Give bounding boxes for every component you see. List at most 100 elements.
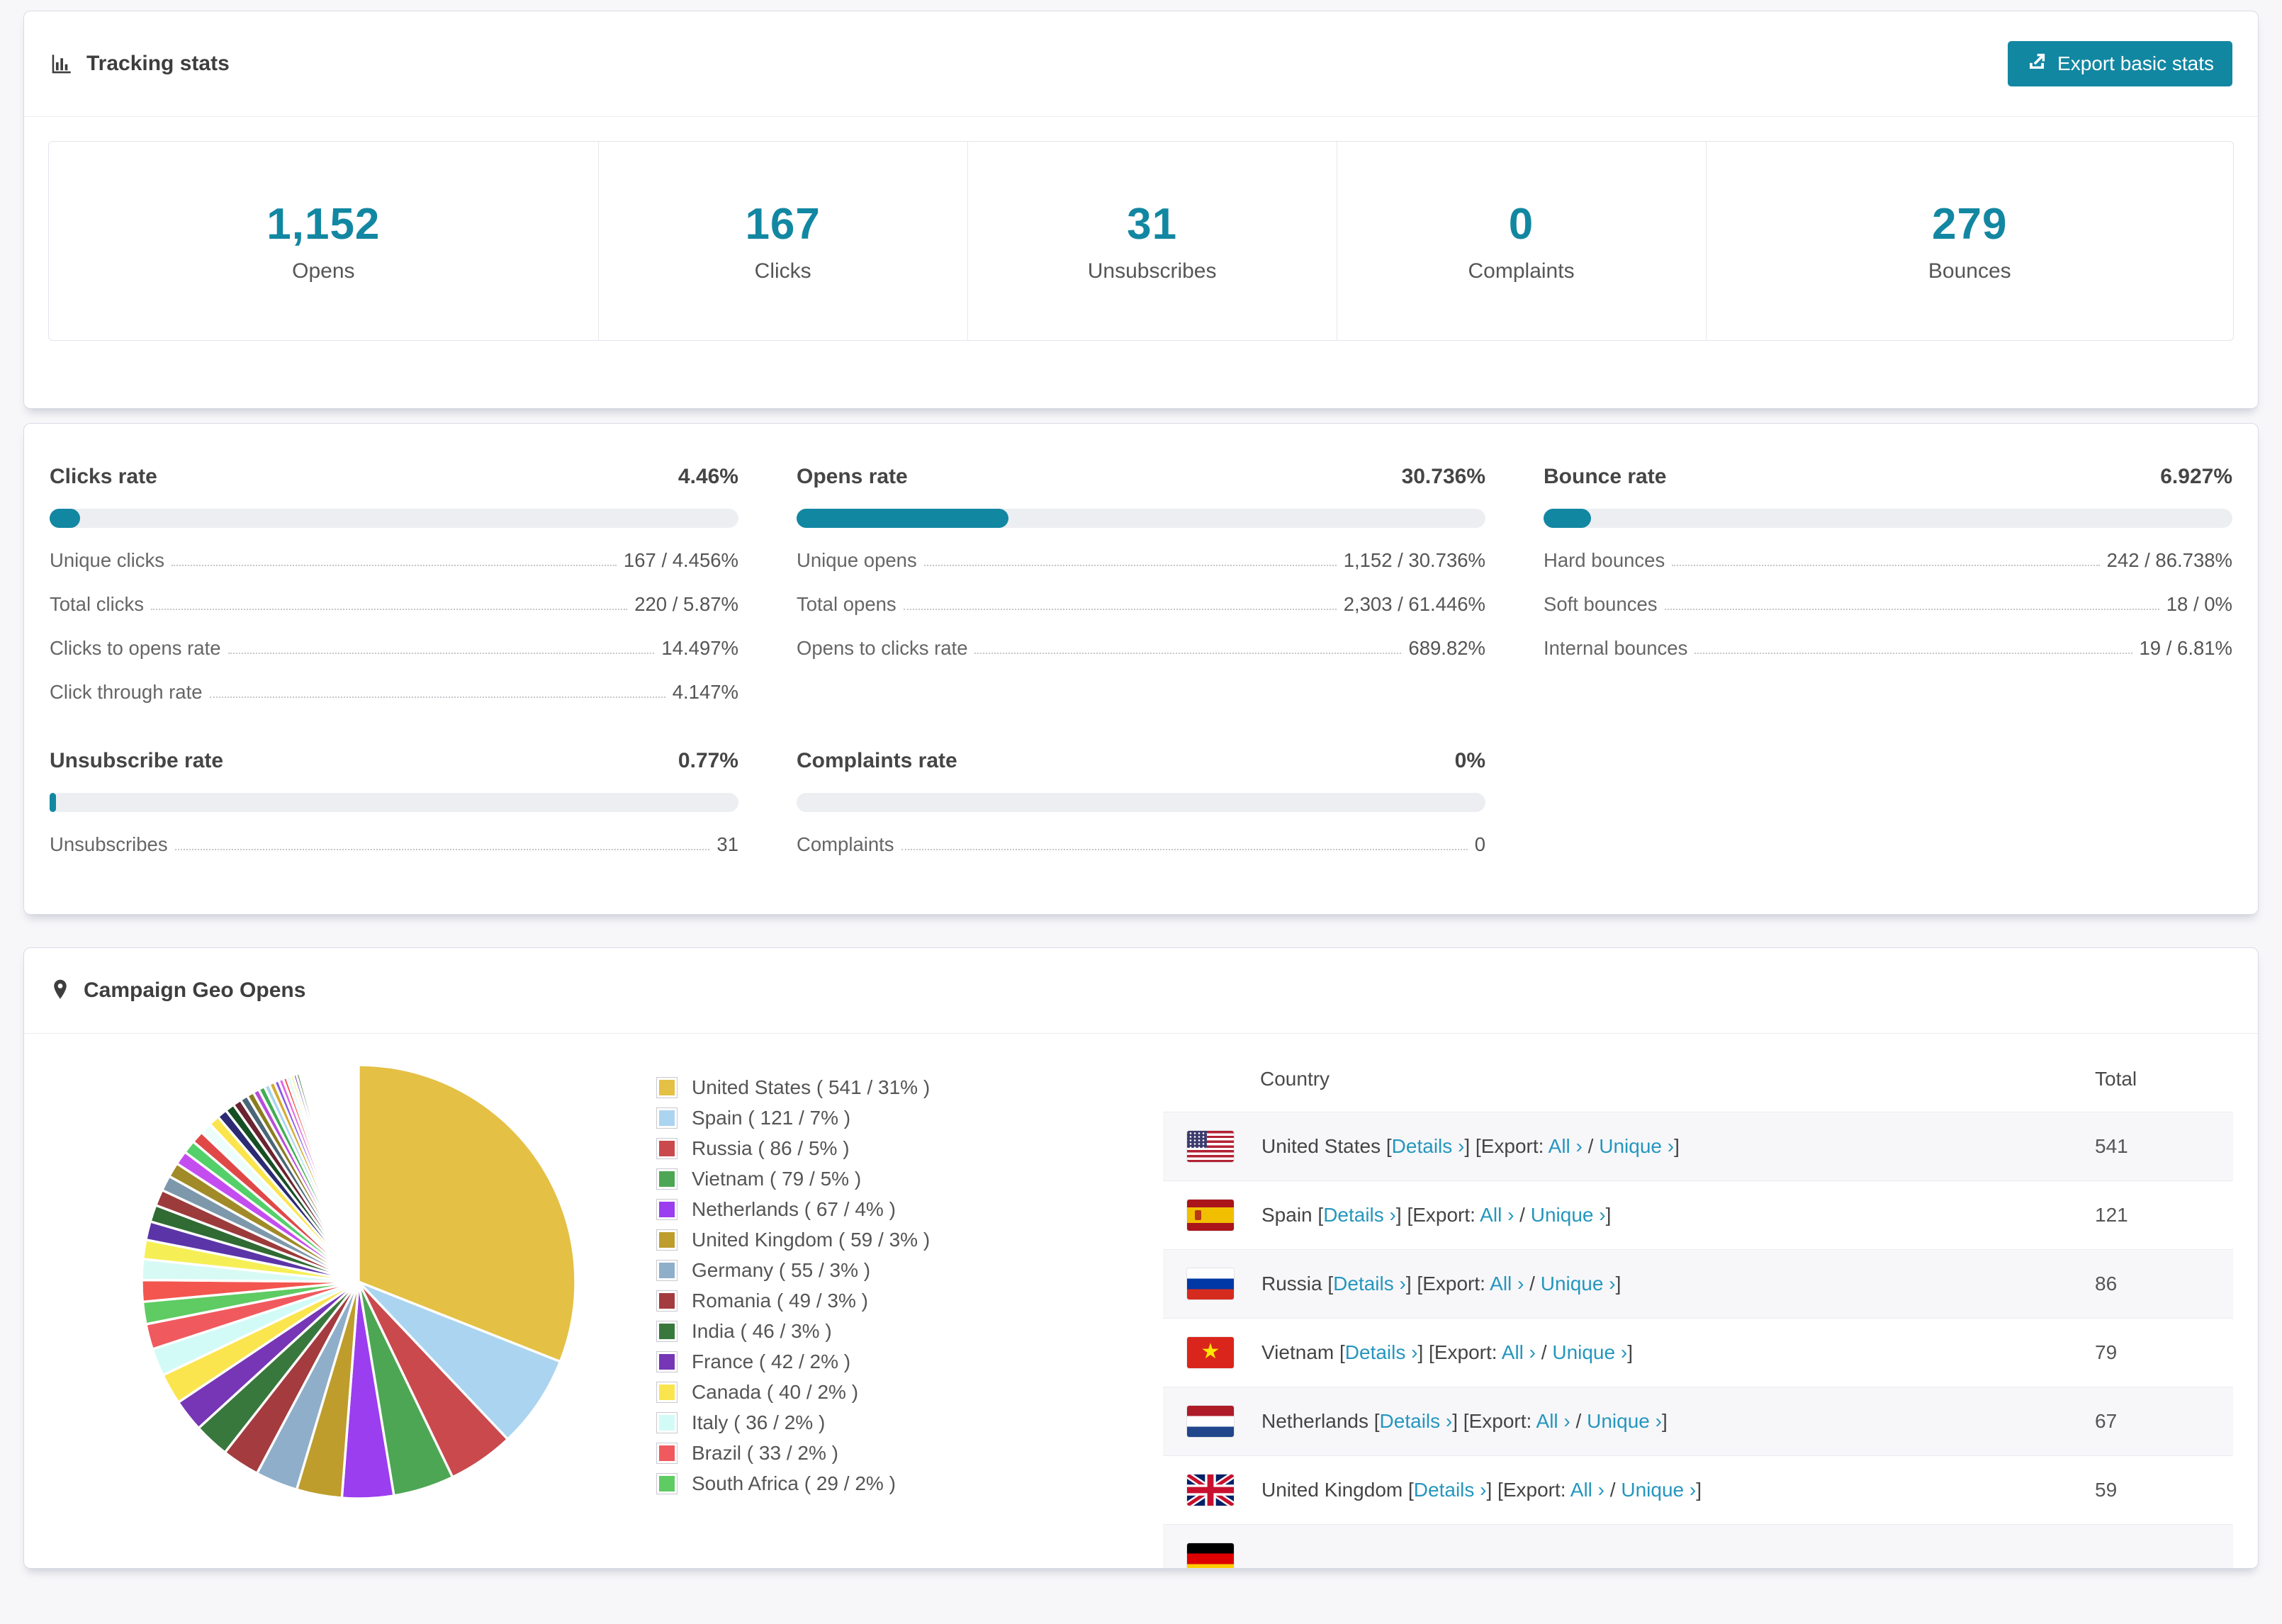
country-name: Netherlands — [1261, 1410, 1368, 1432]
legend-swatch-italy — [656, 1411, 678, 1433]
bracket: ] — [1605, 1204, 1612, 1226]
clicks-rate-rows: Unique clicks 167 / 4.456% Total clicks 220… — [50, 549, 738, 704]
flag-netherlands — [1187, 1406, 1234, 1437]
clicks-rate-title: Clicks rate — [50, 465, 157, 488]
export-all-link[interactable]: All › — [1536, 1410, 1570, 1432]
legend-item-united-states: United States ( 541 / 31% ) — [656, 1072, 989, 1103]
rate-row-value-internal-bounces: 19 / 6.81% — [2139, 637, 2232, 659]
export-unique-link[interactable]: Unique › — [1599, 1135, 1674, 1157]
bounce-rate-value: 6.927% — [2160, 465, 2232, 488]
country-name: Spain — [1261, 1204, 1313, 1226]
legend-label-brazil: Brazil ( 33 / 2% ) — [692, 1441, 838, 1464]
export-unique-link[interactable]: Unique › — [1621, 1479, 1696, 1501]
legend-item-netherlands: Netherlands ( 67 / 4% ) — [656, 1194, 989, 1224]
legend-item-united-kingdom: United Kingdom ( 59 / 3% ) — [656, 1224, 989, 1255]
details-link[interactable]: Details › — [1392, 1135, 1465, 1157]
clicks-rate-progress-fill — [50, 509, 81, 528]
bracket: [ — [1403, 1479, 1414, 1501]
rate-row-label-total-opens: Total opens — [797, 593, 896, 615]
export-unique-link[interactable]: Unique › — [1587, 1410, 1662, 1432]
legend-swatch-brazil — [656, 1442, 678, 1464]
details-link[interactable]: Details › — [1333, 1273, 1406, 1295]
total-cell: 121 — [2095, 1204, 2128, 1226]
legend-label-south-africa: South Africa ( 29 / 2% ) — [692, 1472, 896, 1494]
rate-row-click-through-rate: Click through rate 4.147% — [50, 681, 738, 704]
dotted-leader — [227, 653, 655, 654]
rates-card: Clicks rate 4.46% Unique clicks 167 / 4.456… — [23, 423, 2259, 915]
export-all-link[interactable]: All › — [1502, 1341, 1536, 1363]
bracket: ] [Export: — [1486, 1479, 1570, 1501]
rate-row-label-hard-bounces: Hard bounces — [1544, 549, 1665, 571]
country-name: Russia — [1261, 1273, 1322, 1295]
export-unique-link[interactable]: Unique › — [1541, 1273, 1616, 1295]
rate-row-unsubscribes: Unsubscribes 31 — [50, 833, 738, 856]
legend-swatch-france — [656, 1350, 678, 1372]
opens-rate-rows: Unique opens 1,152 / 30.736% Total opens 2,… — [797, 549, 1485, 660]
country-cell: Netherlands [Details ›] [Export: All › /… — [1261, 1387, 2095, 1456]
dotted-leader — [1664, 609, 2159, 610]
rate-row-total-opens: Total opens 2,303 / 61.446% — [797, 593, 1485, 616]
total-cell: 67 — [2095, 1410, 2118, 1432]
flag-cell — [1163, 1112, 1261, 1181]
export-unique-link[interactable]: Unique › — [1552, 1341, 1627, 1363]
flag-cell — [1163, 1319, 1261, 1387]
clicks-rate-head: Clicks rate 4.46% — [50, 465, 738, 489]
legend-swatch-united-states — [656, 1076, 678, 1098]
complaints-rate-progress-bar — [797, 793, 1485, 812]
rate-row-hard-bounces: Hard bounces 242 / 86.738% — [1544, 549, 2232, 572]
rate-row-value-complaints: 0 — [1474, 833, 1485, 855]
geo-table-row-vietnam: Vietnam [Details ›] [Export: All › / Uni… — [1163, 1318, 2233, 1387]
flag-russia — [1187, 1268, 1234, 1299]
rate-row-total-clicks: Total clicks 220 / 5.87% — [50, 593, 738, 616]
bounce-rate-rows: Hard bounces 242 / 86.738% Soft bounces 18 … — [1544, 549, 2232, 660]
rate-row-value-total-opens: 2,303 / 61.446% — [1343, 593, 1485, 615]
opens-rate-title: Opens rate — [797, 465, 908, 488]
stat-value-complaints: 0 — [1508, 199, 1534, 249]
total-cell: 79 — [2095, 1341, 2118, 1363]
flag-cell — [1163, 1456, 1261, 1525]
rate-row-clicks-to-opens-rate: Clicks to opens rate 14.497% — [50, 637, 738, 660]
legend-label-italy: Italy ( 36 / 2% ) — [692, 1411, 826, 1433]
bracket: ] — [1696, 1479, 1702, 1501]
opens-rate-head: Opens rate 30.736% — [797, 465, 1485, 489]
legend-item-russia: Russia ( 86 / 5% ) — [656, 1133, 989, 1163]
bracket: / — [1514, 1204, 1531, 1226]
export-basic-stats-button[interactable]: Export basic stats — [2008, 41, 2232, 86]
stat-label-unsubscribes: Unsubscribes — [1087, 259, 1217, 283]
export-all-link[interactable]: All › — [1490, 1273, 1524, 1295]
legend-item-india: India ( 46 / 3% ) — [656, 1316, 989, 1346]
legend-label-france: France ( 42 / 2% ) — [692, 1350, 851, 1372]
details-link[interactable]: Details › — [1345, 1341, 1418, 1363]
details-link[interactable]: Details › — [1414, 1479, 1487, 1501]
geo-table: Country Total United States [Details ›] … — [1163, 1044, 2233, 1568]
bracket: [ — [1334, 1341, 1345, 1363]
country-cell: Spain [Details ›] [Export: All › / Uniqu… — [1261, 1181, 2095, 1250]
stat-value-clicks: 167 — [745, 199, 821, 249]
legend-label-germany: Germany ( 55 / 3% ) — [692, 1258, 871, 1281]
bracket: [ — [1322, 1273, 1334, 1295]
bracket: ] [Export: — [1395, 1204, 1480, 1226]
bounce-rate-section: Bounce rate 6.927% Hard bounces 242 / 86.73… — [1544, 465, 2232, 704]
export-all-link[interactable]: All › — [1548, 1135, 1583, 1157]
geo-table-wrap: Country Total United States [Details ›] … — [1163, 1044, 2233, 1568]
stat-clicks: 167 Clicks — [597, 142, 967, 340]
unsubscribe-rate-head: Unsubscribe rate 0.77% — [50, 749, 738, 773]
legend-label-netherlands: Netherlands ( 67 / 4% ) — [692, 1197, 896, 1220]
export-unique-link[interactable]: Unique › — [1531, 1204, 1606, 1226]
details-link[interactable]: Details › — [1323, 1204, 1396, 1226]
legend-swatch-russia — [656, 1137, 678, 1159]
details-link[interactable]: Details › — [1380, 1410, 1453, 1432]
rate-row-label-unique-opens: Unique opens — [797, 549, 917, 571]
rate-row-value-unique-clicks: 167 / 4.456% — [623, 549, 738, 571]
rate-row-value-unique-opens: 1,152 / 30.736% — [1343, 549, 1485, 571]
dotted-leader — [901, 849, 1468, 850]
rate-row-value-click-through-rate: 4.147% — [672, 681, 738, 703]
opens-rate-value: 30.736% — [1401, 465, 1485, 488]
total-cell: 86 — [2095, 1273, 2118, 1295]
export-all-link[interactable]: All › — [1570, 1479, 1604, 1501]
stat-bounces: 279 Bounces — [1705, 142, 2234, 340]
country-name: United States — [1261, 1135, 1381, 1157]
export-all-link[interactable]: All › — [1480, 1204, 1514, 1226]
legend-label-united-states: United States ( 541 / 31% ) — [692, 1076, 931, 1098]
legend-swatch-germany — [656, 1259, 678, 1281]
